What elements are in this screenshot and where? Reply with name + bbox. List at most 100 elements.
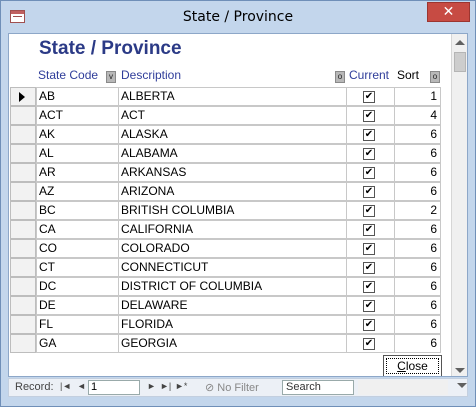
current-checkbox[interactable]: ✔	[363, 338, 375, 350]
table-row[interactable]: AZ ARIZONA ✔ 6	[9, 182, 449, 201]
table-row[interactable]: CA CALIFORNIA ✔ 6	[9, 220, 449, 239]
sort-cell[interactable]: 6	[395, 220, 441, 239]
column-header-description[interactable]: Description	[121, 68, 181, 82]
sort-cell[interactable]: 6	[395, 258, 441, 277]
column-header-sort[interactable]: Sort	[397, 68, 419, 82]
table-row[interactable]: AL ALABAMA ✔ 6	[9, 144, 449, 163]
table-row[interactable]: AR ARKANSAS ✔ 6	[9, 163, 449, 182]
current-checkbox[interactable]: ✔	[363, 300, 375, 312]
title-bar[interactable]: State / Province ✕	[1, 1, 475, 33]
description-sort-button[interactable]: o	[335, 71, 345, 83]
record-selector[interactable]	[10, 315, 36, 334]
state-code-cell[interactable]: FL	[36, 315, 119, 334]
record-selector[interactable]	[10, 277, 36, 296]
description-cell[interactable]: ALABAMA	[119, 144, 347, 163]
close-button[interactable]: Close	[383, 355, 442, 376]
table-row[interactable]: BC BRITISH COLUMBIA ✔ 2	[9, 201, 449, 220]
description-cell[interactable]: ARIZONA	[119, 182, 347, 201]
scroll-thumb[interactable]	[454, 52, 466, 72]
current-checkbox[interactable]: ✔	[363, 110, 375, 122]
search-input[interactable]: Search	[282, 380, 354, 395]
state-code-cell[interactable]: CT	[36, 258, 119, 277]
state-code-cell[interactable]: ACT	[36, 106, 119, 125]
sort-cell[interactable]: 6	[395, 296, 441, 315]
state-code-cell[interactable]: BC	[36, 201, 119, 220]
record-selector[interactable]	[10, 220, 36, 239]
record-selector[interactable]	[10, 239, 36, 258]
table-row[interactable]: CO COLORADO ✔ 6	[9, 239, 449, 258]
previous-record-icon[interactable]: ◄	[77, 381, 86, 391]
state-code-cell[interactable]: CO	[36, 239, 119, 258]
state-code-cell[interactable]: CA	[36, 220, 119, 239]
sort-cell[interactable]: 6	[395, 144, 441, 163]
state-code-cell[interactable]: AK	[36, 125, 119, 144]
description-cell[interactable]: GEORGIA	[119, 334, 347, 353]
state-code-cell[interactable]: AB	[36, 87, 119, 106]
sort-cell[interactable]: 6	[395, 239, 441, 258]
record-selector[interactable]	[10, 106, 36, 125]
description-cell[interactable]: BRITISH COLUMBIA	[119, 201, 347, 220]
current-checkbox[interactable]: ✔	[363, 91, 375, 103]
state-code-cell[interactable]: AR	[36, 163, 119, 182]
scroll-down-icon[interactable]	[455, 368, 465, 373]
sort-cell[interactable]: 4	[395, 106, 441, 125]
current-checkbox[interactable]: ✔	[363, 243, 375, 255]
state-code-cell[interactable]: AZ	[36, 182, 119, 201]
next-record-icon[interactable]: ►	[147, 381, 156, 391]
sort-cell[interactable]: 2	[395, 201, 441, 220]
table-row[interactable]: AB ALBERTA ✔ 1	[9, 87, 449, 106]
table-row[interactable]: DC DISTRICT OF COLUMBIA ✔ 6	[9, 277, 449, 296]
record-selector[interactable]	[10, 144, 36, 163]
description-cell[interactable]: CALIFORNIA	[119, 220, 347, 239]
column-header-current[interactable]: Current	[349, 68, 389, 82]
current-checkbox[interactable]: ✔	[363, 262, 375, 274]
sort-cell[interactable]: 6	[395, 163, 441, 182]
record-selector[interactable]	[10, 334, 36, 353]
record-selector[interactable]	[10, 125, 36, 144]
current-checkbox[interactable]: ✔	[363, 186, 375, 198]
state-code-cell[interactable]: AL	[36, 144, 119, 163]
current-checkbox[interactable]: ✔	[363, 129, 375, 141]
state-code-cell[interactable]: DE	[36, 296, 119, 315]
state-code-cell[interactable]: DC	[36, 277, 119, 296]
current-checkbox[interactable]: ✔	[363, 205, 375, 217]
new-record-icon[interactable]: ►*	[175, 381, 187, 391]
sort-cell[interactable]: 6	[395, 334, 441, 353]
state-code-cell[interactable]: GA	[36, 334, 119, 353]
record-selector[interactable]	[10, 296, 36, 315]
state-code-sort-button[interactable]: v	[106, 71, 116, 83]
description-cell[interactable]: DELAWARE	[119, 296, 347, 315]
record-number-input[interactable]: 1	[88, 380, 140, 395]
description-cell[interactable]: ALASKA	[119, 125, 347, 144]
scroll-down-arrow-icon[interactable]	[457, 383, 467, 388]
last-record-icon[interactable]: ►|	[160, 381, 171, 391]
current-checkbox[interactable]: ✔	[363, 148, 375, 160]
first-record-icon[interactable]: |◄	[60, 381, 71, 391]
current-checkbox[interactable]: ✔	[363, 281, 375, 293]
description-cell[interactable]: ACT	[119, 106, 347, 125]
sort-cell[interactable]: 6	[395, 315, 441, 334]
record-selector[interactable]	[10, 87, 36, 106]
sort-cell[interactable]: 6	[395, 125, 441, 144]
table-row[interactable]: ACT ACT ✔ 4	[9, 106, 449, 125]
scroll-up-icon[interactable]	[455, 40, 465, 45]
description-cell[interactable]: CONNECTICUT	[119, 258, 347, 277]
sort-sort-button[interactable]: o	[430, 71, 440, 83]
table-row[interactable]: GA GEORGIA ✔ 6	[9, 334, 449, 353]
table-row[interactable]: FL FLORIDA ✔ 6	[9, 315, 449, 334]
table-row[interactable]: CT CONNECTICUT ✔ 6	[9, 258, 449, 277]
record-selector[interactable]	[10, 163, 36, 182]
description-cell[interactable]: ALBERTA	[119, 87, 347, 106]
description-cell[interactable]: COLORADO	[119, 239, 347, 258]
sort-cell[interactable]: 6	[395, 277, 441, 296]
vertical-scrollbar[interactable]	[451, 34, 467, 376]
horizontal-scrollbar[interactable]	[358, 380, 448, 395]
sort-cell[interactable]: 6	[395, 182, 441, 201]
no-filter-button[interactable]: ⊘ No Filter	[205, 381, 259, 394]
current-checkbox[interactable]: ✔	[363, 319, 375, 331]
sort-cell[interactable]: 1	[395, 87, 441, 106]
record-selector[interactable]	[10, 201, 36, 220]
current-checkbox[interactable]: ✔	[363, 167, 375, 179]
description-cell[interactable]: FLORIDA	[119, 315, 347, 334]
table-row[interactable]: AK ALASKA ✔ 6	[9, 125, 449, 144]
